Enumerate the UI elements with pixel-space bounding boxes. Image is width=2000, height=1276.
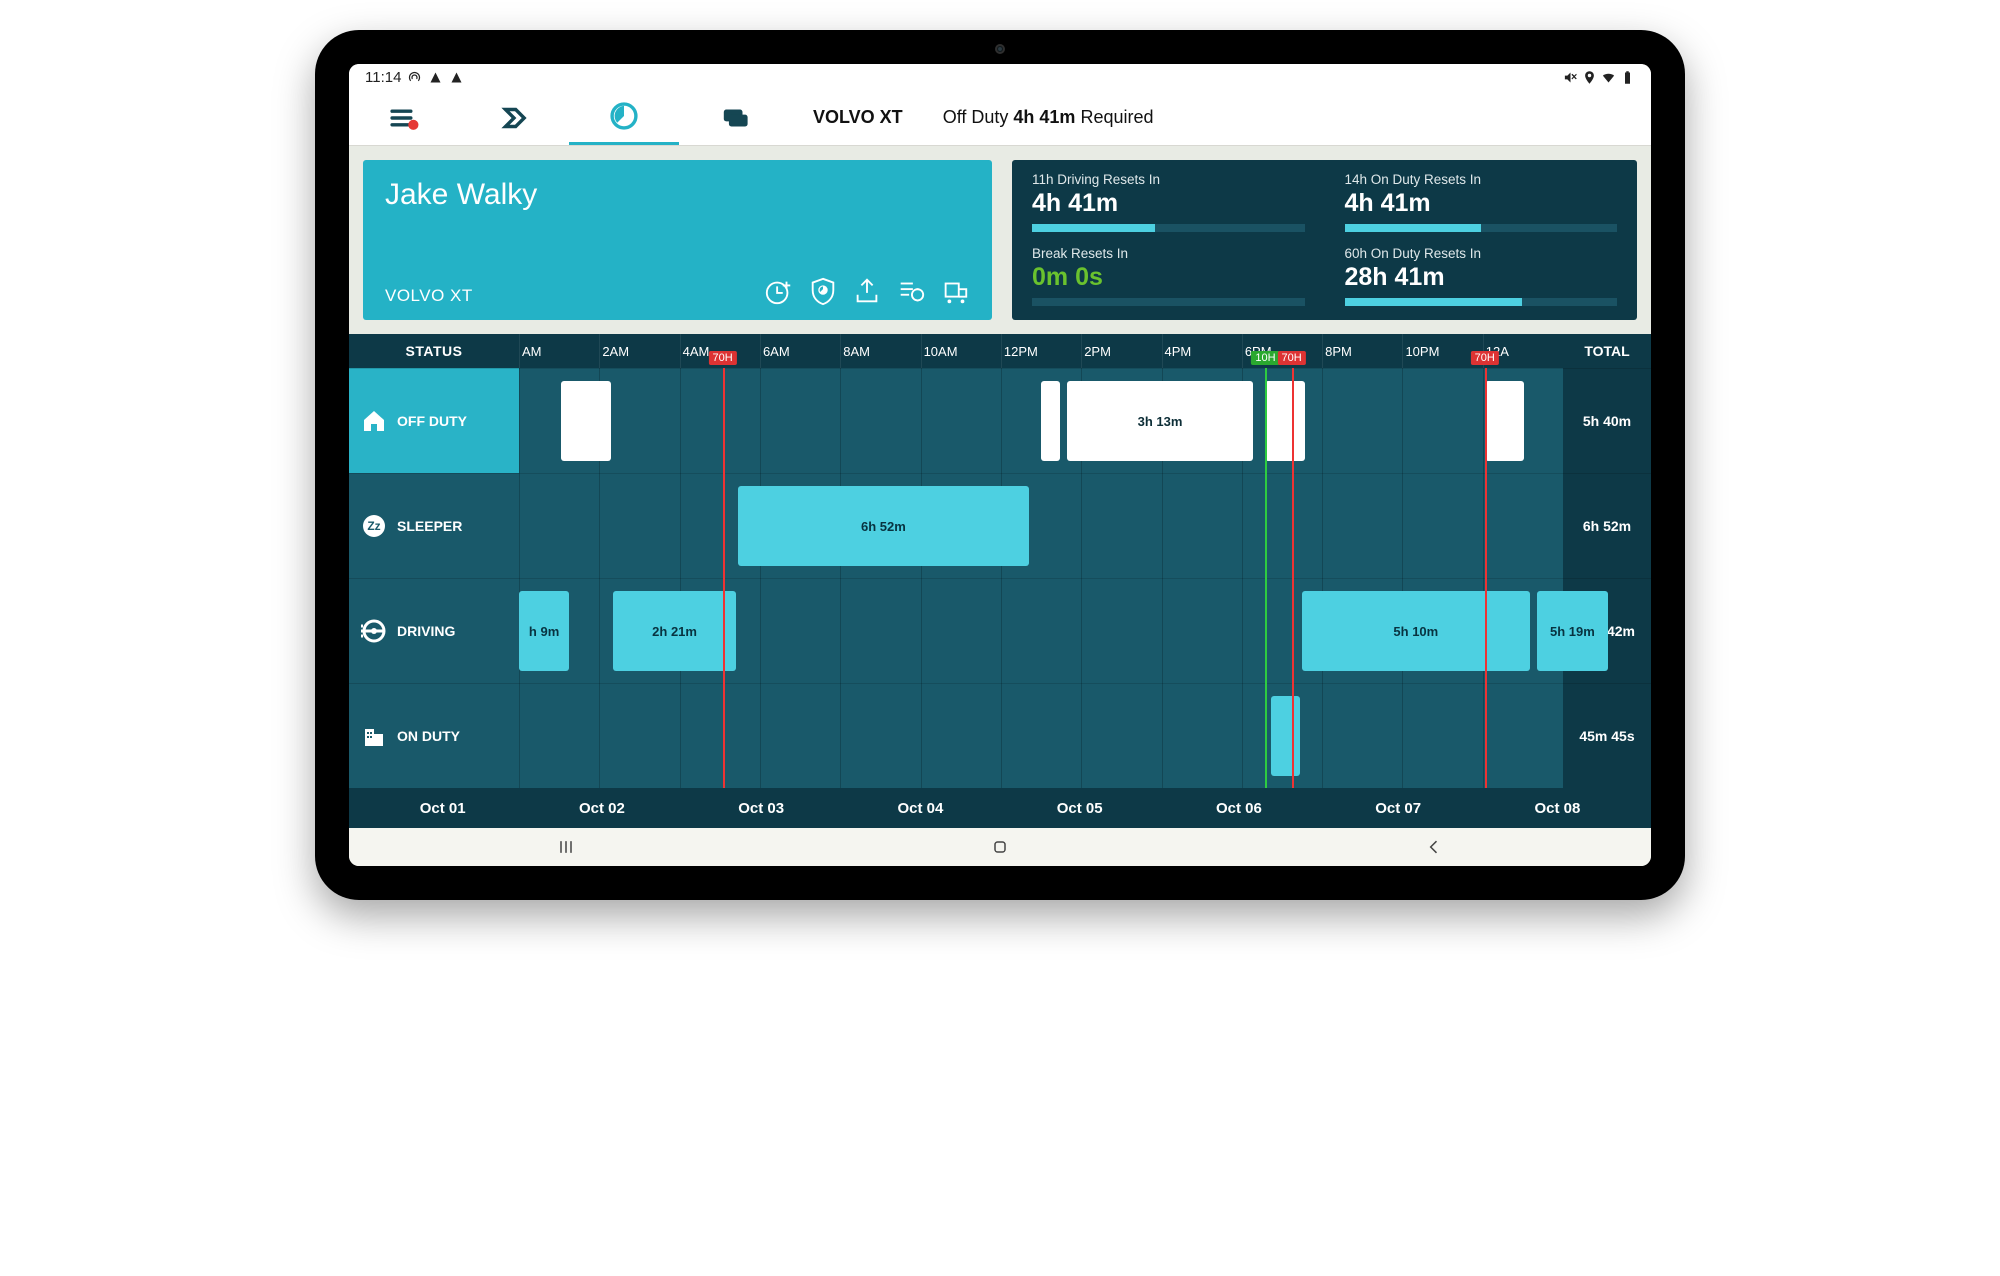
clock-plus-icon[interactable] [764, 276, 794, 306]
reset-break[interactable]: Break Resets In 0m 0s [1032, 246, 1305, 306]
upload-icon[interactable] [852, 276, 882, 306]
driver-vehicle: VOLVO XT [385, 286, 473, 306]
reset-driving[interactable]: 11h Driving Resets In 4h 41m [1032, 172, 1305, 232]
location-icon [1582, 70, 1597, 85]
total-off-duty: 5h 40m [1563, 368, 1651, 473]
time-header: STATUS AM2AM4AM6AM8AM10AM12PM2PM4PM6PM8P… [349, 334, 1651, 368]
lane-on-duty[interactable] [519, 683, 1563, 788]
shield-icon[interactable] [808, 276, 838, 306]
hour-tick: 10AM [921, 334, 1001, 368]
tab-engine[interactable] [459, 90, 569, 145]
android-nav-bar [349, 828, 1651, 866]
cart-icon[interactable] [940, 276, 970, 306]
hour-tick: 6AM [760, 334, 840, 368]
reset-onduty14[interactable]: 14h On Duty Resets In 4h 41m [1345, 172, 1618, 232]
date-cell[interactable]: Oct 01 [363, 800, 522, 817]
segment[interactable]: h 9m [519, 591, 569, 671]
date-cell[interactable]: Oct 03 [682, 800, 841, 817]
row-label-off-duty[interactable]: OFF DUTY [349, 368, 519, 473]
hour-tick: 12A [1483, 334, 1563, 368]
gantt-lanes[interactable]: 3h 13m6h 52mh 9m2h 21m5h 10m5h 19m70H10H… [519, 368, 1563, 788]
row-label-driving[interactable]: DRIVING [349, 578, 519, 683]
nav-recents-icon[interactable] [556, 837, 576, 857]
date-cell[interactable]: Oct 04 [841, 800, 1000, 817]
tab-menu[interactable] [349, 90, 459, 145]
hour-tick: 2PM [1081, 334, 1161, 368]
top-tab-bar: VOLVO XT Off Duty 4h 41m Required [349, 90, 1651, 146]
gantt-body[interactable]: OFF DUTYZzSLEEPERDRIVINGON DUTY 3h 13m 6h… [349, 368, 1651, 788]
sleeper-icon: Zz [361, 513, 387, 539]
segment[interactable] [1265, 381, 1305, 461]
notif-icon-2 [449, 70, 464, 85]
segment[interactable]: 5h 19m [1537, 591, 1608, 671]
wifi-icon [1601, 70, 1616, 85]
tablet-frame: 11:14 [315, 30, 1685, 900]
segment[interactable]: 3h 13m [1067, 381, 1253, 461]
hour-tick: 8PM [1322, 334, 1402, 368]
wheel-icon [361, 618, 387, 644]
hour-tick: AM [519, 334, 599, 368]
list-refresh-icon[interactable] [896, 276, 926, 306]
summary-cards: Jake Walky VOLVO XT 11h Driving Resets I… [349, 146, 1651, 334]
hour-tick: 2AM [599, 334, 679, 368]
hotspot-icon [407, 70, 422, 85]
driver-action-row [764, 276, 970, 306]
row-labels: OFF DUTYZzSLEEPERDRIVINGON DUTY [349, 368, 519, 788]
screen: 11:14 [349, 64, 1651, 866]
camera-dot [995, 44, 1005, 54]
bar-onduty14 [1345, 224, 1481, 232]
segment[interactable] [1041, 381, 1060, 461]
total-header: TOTAL [1563, 334, 1651, 368]
battery-icon [1620, 70, 1635, 85]
date-cell[interactable]: Oct 05 [1000, 800, 1159, 817]
date-cell[interactable]: Oct 06 [1159, 800, 1318, 817]
segment[interactable] [561, 381, 611, 461]
total-on-duty: 45m 45s [1563, 683, 1651, 788]
svg-text:Zz: Zz [367, 519, 380, 533]
lane-driving[interactable]: h 9m2h 21m5h 10m5h 19m [519, 578, 1563, 683]
hos-gantt: STATUS AM2AM4AM6AM8AM10AM12PM2PM4PM6PM8P… [349, 334, 1651, 828]
nav-home-icon[interactable] [990, 837, 1010, 857]
reset-onduty60[interactable]: 60h On Duty Resets In 28h 41m [1345, 246, 1618, 306]
row-label-sleeper[interactable]: ZzSLEEPER [349, 473, 519, 578]
hour-tick: 8AM [840, 334, 920, 368]
segment[interactable] [1485, 381, 1525, 461]
hour-tick: 4PM [1162, 334, 1242, 368]
date-cell[interactable]: Oct 07 [1319, 800, 1478, 817]
lane-off-duty[interactable]: 3h 13m [519, 368, 1563, 473]
android-status-bar: 11:14 [349, 64, 1651, 90]
tab-messages[interactable] [679, 90, 789, 145]
date-cell[interactable]: Oct 02 [522, 800, 681, 817]
row-totals: 5h 40m6h 52m10h 42m45m 45s [1563, 368, 1651, 788]
row-label-on-duty[interactable]: ON DUTY [349, 683, 519, 788]
segment[interactable]: 5h 10m [1302, 591, 1530, 671]
driver-name: Jake Walky [385, 178, 970, 212]
hour-tick: 10PM [1402, 334, 1482, 368]
hour-tick: 6PM [1242, 334, 1322, 368]
date-row[interactable]: Oct 01Oct 02Oct 03Oct 04Oct 05Oct 06Oct … [349, 788, 1651, 828]
status-time: 11:14 [365, 69, 401, 86]
bar-onduty60 [1345, 298, 1522, 306]
hour-tick: 12PM [1001, 334, 1081, 368]
tab-hours[interactable] [569, 90, 679, 145]
segment[interactable]: 2h 21m [613, 591, 736, 671]
header-vehicle: VOLVO XT [813, 107, 903, 128]
nav-back-icon[interactable] [1424, 837, 1444, 857]
home-icon [361, 408, 387, 434]
header-duty-status: Off Duty 4h 41m Required [943, 107, 1154, 128]
mute-icon [1563, 70, 1578, 85]
resets-card: 11h Driving Resets In 4h 41m 14h On Duty… [1012, 160, 1637, 320]
segment[interactable] [1271, 696, 1300, 776]
segment[interactable]: 6h 52m [738, 486, 1028, 566]
hours-header: AM2AM4AM6AM8AM10AM12PM2PM4PM6PM8PM10PM12… [519, 334, 1563, 368]
bar-driving [1032, 224, 1155, 232]
notif-icon-1 [428, 70, 443, 85]
status-header: STATUS [349, 334, 519, 368]
total-sleeper: 6h 52m [1563, 473, 1651, 578]
date-cell[interactable]: Oct 08 [1478, 800, 1637, 817]
building-icon [361, 723, 387, 749]
hour-tick: 4AM [680, 334, 760, 368]
lane-sleeper[interactable]: 6h 52m [519, 473, 1563, 578]
driver-card[interactable]: Jake Walky VOLVO XT [363, 160, 992, 320]
